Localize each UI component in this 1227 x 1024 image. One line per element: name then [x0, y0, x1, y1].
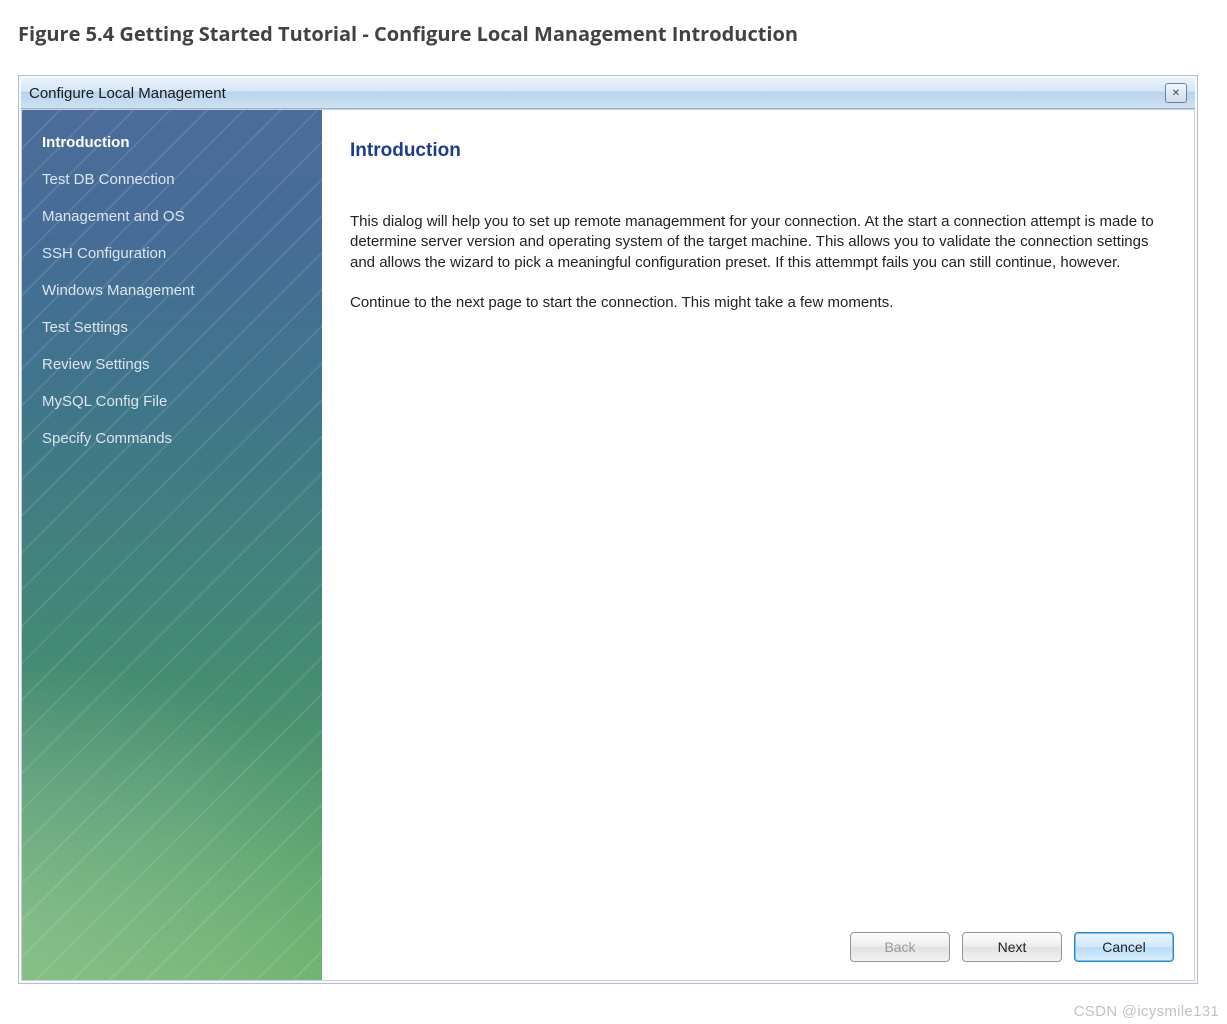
dialog-window: Configure Local Management ✕ Introductio… — [18, 75, 1198, 984]
sidebar-item-review-settings[interactable]: Review Settings — [40, 346, 306, 383]
figure-caption: Figure 5.4 Getting Started Tutorial - Co… — [18, 20, 1209, 47]
cancel-button[interactable]: Cancel — [1074, 932, 1174, 962]
sidebar-item-test-db-connection[interactable]: Test DB Connection — [40, 161, 306, 198]
next-button[interactable]: Next — [962, 932, 1062, 962]
wizard-content: Introduction This dialog will help you t… — [322, 110, 1194, 980]
sidebar-item-introduction[interactable]: Introduction — [40, 124, 306, 161]
content-paragraph-1: This dialog will help you to set up remo… — [350, 212, 1166, 273]
close-icon: ✕ — [1172, 88, 1180, 99]
content-heading: Introduction — [350, 140, 1166, 162]
sidebar-item-windows-management[interactable]: Windows Management — [40, 272, 306, 309]
window-title: Configure Local Management — [29, 85, 1165, 102]
sidebar-item-test-settings[interactable]: Test Settings — [40, 309, 306, 346]
dialog-body: Introduction Test DB Connection Manageme… — [21, 109, 1195, 981]
sidebar-item-ssh-configuration[interactable]: SSH Configuration — [40, 235, 306, 272]
back-button[interactable]: Back — [850, 932, 950, 962]
content-paragraph-2: Continue to the next page to start the c… — [350, 293, 1166, 313]
wizard-sidebar: Introduction Test DB Connection Manageme… — [22, 110, 322, 980]
window-close-button[interactable]: ✕ — [1165, 83, 1187, 103]
sidebar-item-mysql-config-file[interactable]: MySQL Config File — [40, 383, 306, 420]
window-titlebar: Configure Local Management ✕ — [21, 78, 1195, 109]
wizard-button-row: Back Next Cancel — [850, 932, 1174, 962]
watermark-text: CSDN @icysmile131 — [1074, 1003, 1219, 1020]
sidebar-item-specify-commands[interactable]: Specify Commands — [40, 420, 306, 457]
sidebar-item-management-and-os[interactable]: Management and OS — [40, 198, 306, 235]
